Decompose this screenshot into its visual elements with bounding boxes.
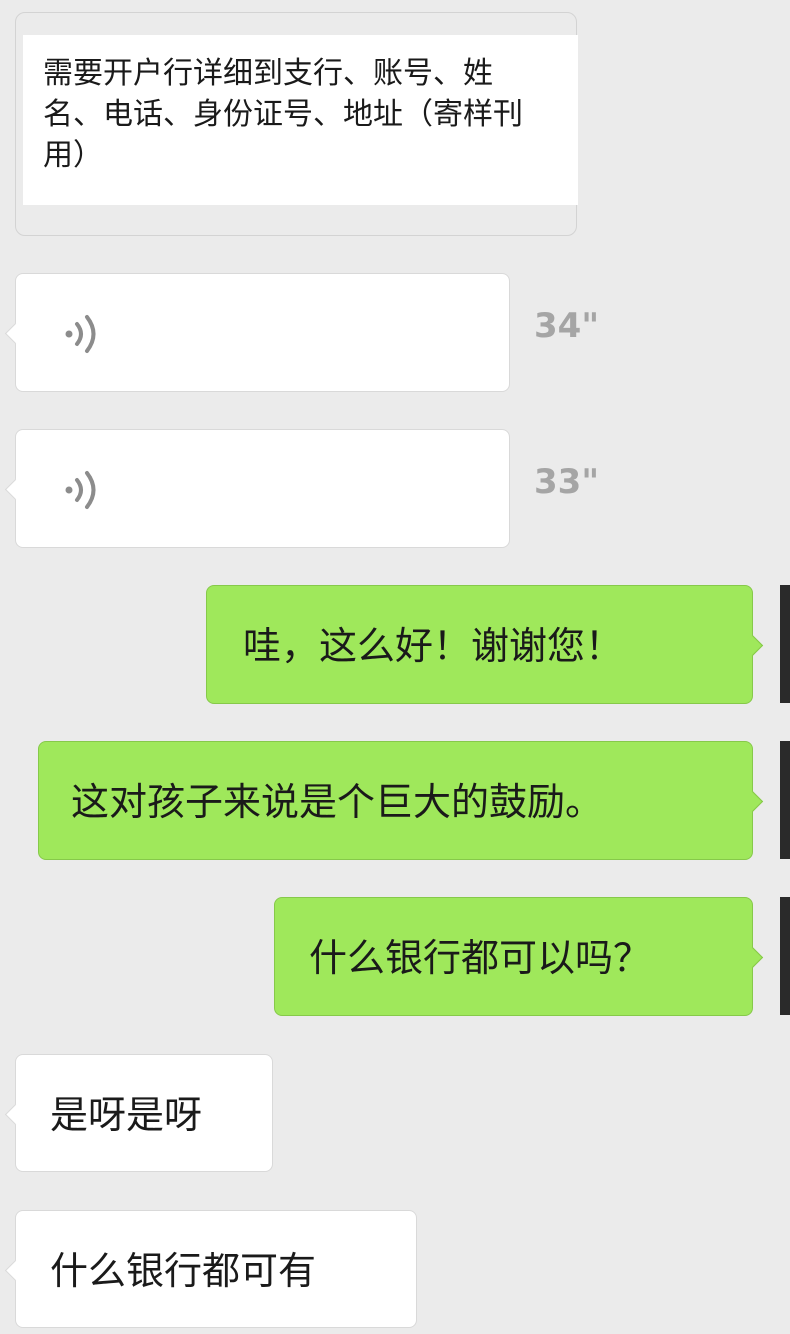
avatar[interactable]: [780, 741, 790, 859]
quoted-message-card[interactable]: 需要开户行详细到支行、账号、姓 名、电话、身份证号、地址（寄样刊 用）: [15, 12, 578, 236]
quoted-line-2: 名、电话、身份证号、地址（寄样刊: [43, 97, 523, 132]
voice-wave-icon: [65, 315, 96, 353]
voice-wave-icon: [65, 471, 96, 509]
bubble-tail: [4, 1103, 27, 1126]
bubble-tail: [4, 478, 27, 501]
quoted-message-body: 需要开户行详细到支行、账号、姓 名、电话、身份证号、地址（寄样刊 用）: [23, 35, 578, 205]
message-text: 这对孩子来说是个巨大的鼓励。: [71, 780, 604, 824]
bubble-tail: [4, 322, 27, 345]
incoming-message-bubble[interactable]: 什么银行都可有: [4, 1210, 417, 1328]
voice-duration: 33": [534, 462, 600, 502]
outgoing-message-bubble[interactable]: 这对孩子来说是个巨大的鼓励。: [38, 741, 764, 860]
bubble-tail: [741, 946, 764, 969]
incoming-message-bubble[interactable]: 是呀是呀: [4, 1054, 273, 1172]
voice-message-bubble[interactable]: [4, 273, 510, 392]
quoted-line-3: 用）: [43, 138, 103, 173]
message-text: 什么银行都可有: [50, 1249, 317, 1293]
bubble-tail: [4, 1259, 27, 1282]
voice-message-bubble[interactable]: [4, 429, 510, 548]
avatar[interactable]: [780, 897, 790, 1015]
message-text: 是呀是呀: [50, 1093, 203, 1137]
voice-duration: 34": [534, 306, 600, 346]
message-text: 什么银行都可以吗？: [309, 936, 652, 980]
avatar[interactable]: [780, 585, 790, 703]
quoted-line-1: 需要开户行详细到支行、账号、姓: [43, 56, 493, 91]
bubble-tail: [741, 790, 764, 813]
bubble-tail: [741, 634, 764, 657]
outgoing-message-bubble[interactable]: 什么银行都可以吗？: [274, 897, 764, 1016]
message-text: 哇，这么好！谢谢您！: [243, 624, 624, 668]
outgoing-message-bubble[interactable]: 哇，这么好！谢谢您！: [206, 585, 764, 704]
